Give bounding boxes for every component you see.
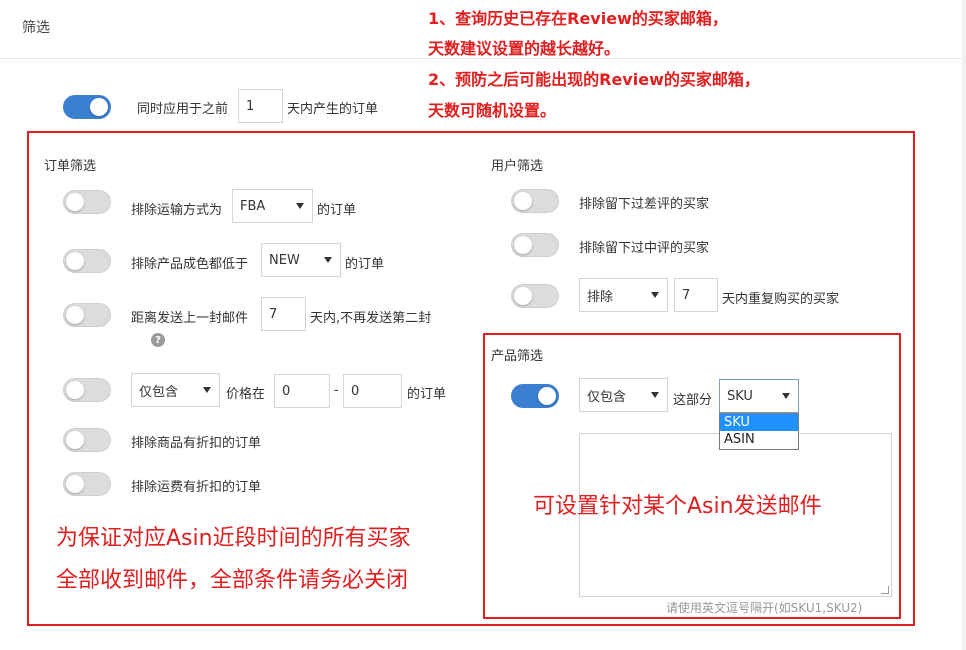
price-label: 价格在 bbox=[226, 387, 266, 402]
scrollbar-track[interactable] bbox=[962, 0, 966, 650]
price-mode-value: 仅包含 bbox=[139, 384, 179, 400]
product-field-dropdown[interactable]: SKU ASIN bbox=[719, 413, 799, 450]
toggle-knob bbox=[514, 287, 532, 305]
product-filter-title: 产品筛选 bbox=[491, 349, 544, 364]
ship-method-value: FBA bbox=[240, 198, 266, 214]
last-mail-days-input[interactable]: 7 bbox=[261, 297, 306, 331]
resize-handle-icon[interactable] bbox=[881, 586, 889, 594]
ship-method-label: 排除运输方式为 bbox=[131, 203, 223, 218]
page-title: 筛选 bbox=[22, 20, 50, 36]
dropdown-option-sku[interactable]: SKU bbox=[720, 414, 798, 431]
discount-shipping-label: 排除运费有折扣的订单 bbox=[131, 480, 262, 495]
price-min-input[interactable]: 0 bbox=[274, 374, 330, 408]
negative-review-toggle[interactable] bbox=[511, 189, 559, 213]
apply-previous-toggle[interactable] bbox=[63, 95, 111, 119]
discount-item-label: 排除商品有折扣的订单 bbox=[131, 436, 262, 451]
toggle-knob bbox=[66, 475, 84, 493]
condition-label: 排除产品成色都低于 bbox=[131, 257, 249, 272]
repeat-buyer-suffix: 天内重复购买的买家 bbox=[722, 292, 840, 307]
toggle-knob bbox=[514, 192, 532, 210]
price-mode-select[interactable]: 仅包含 bbox=[131, 373, 220, 407]
price-max-input[interactable]: 0 bbox=[343, 374, 402, 408]
product-field-value: SKU bbox=[727, 388, 753, 404]
repeat-buyer-toggle[interactable] bbox=[511, 284, 559, 308]
product-mode-select[interactable]: 仅包含 bbox=[579, 378, 668, 412]
neutral-review-label: 排除留下过中评的买家 bbox=[579, 241, 710, 256]
question-circle-icon[interactable]: ? bbox=[151, 333, 165, 347]
chevron-down-icon bbox=[782, 393, 790, 399]
negative-review-label: 排除留下过差评的买家 bbox=[579, 197, 710, 212]
discount-shipping-toggle[interactable] bbox=[63, 472, 111, 496]
repeat-buyer-days-input[interactable]: 7 bbox=[674, 278, 718, 312]
annotation-bottom-line2: 全部收到邮件，全部条件请务必关闭 bbox=[56, 568, 409, 593]
annotation-top-line3: 2、预防之后可能出现的Review的买家邮箱， bbox=[428, 70, 760, 89]
dropdown-option-asin[interactable]: ASIN bbox=[720, 431, 798, 448]
repeat-buyer-mode-value: 排除 bbox=[587, 289, 614, 305]
apply-previous-label: 同时应用于之前 bbox=[137, 102, 229, 117]
ship-method-toggle[interactable] bbox=[63, 190, 111, 214]
apply-previous-suffix: 天内产生的订单 bbox=[287, 102, 379, 117]
toggle-knob bbox=[538, 387, 556, 405]
toggle-knob bbox=[90, 98, 108, 116]
product-field-select[interactable]: SKU bbox=[719, 379, 799, 413]
price-toggle[interactable] bbox=[63, 378, 111, 402]
ship-method-select[interactable]: FBA bbox=[232, 189, 313, 223]
product-middle-label: 这部分 bbox=[673, 393, 713, 408]
price-suffix: 的订单 bbox=[407, 387, 447, 402]
annotation-bottom-line1: 为保证对应Asin近段时间的所有买家 bbox=[56, 526, 411, 551]
neutral-review-toggle[interactable] bbox=[511, 233, 559, 257]
last-mail-label: 距离发送上一封邮件 bbox=[131, 311, 249, 326]
toggle-knob bbox=[66, 193, 84, 211]
product-filter-toggle[interactable] bbox=[511, 384, 559, 408]
toggle-knob bbox=[66, 306, 84, 324]
last-mail-toggle[interactable] bbox=[63, 303, 111, 327]
ship-method-suffix: 的订单 bbox=[317, 203, 357, 218]
last-mail-suffix: 天内,不再发送第二封 bbox=[310, 311, 432, 326]
chevron-down-icon bbox=[324, 257, 332, 263]
annotation-asin-note: 可设置针对某个Asin发送邮件 bbox=[533, 494, 822, 519]
product-mode-value: 仅包含 bbox=[587, 389, 627, 405]
repeat-buyer-mode-select[interactable]: 排除 bbox=[579, 278, 668, 312]
condition-select[interactable]: NEW bbox=[261, 243, 341, 277]
condition-suffix: 的订单 bbox=[345, 257, 385, 272]
user-filter-title: 用户筛选 bbox=[491, 159, 544, 174]
sku-hint: 请使用英文逗号隔开(如SKU1,SKU2) bbox=[666, 601, 863, 615]
chevron-down-icon bbox=[296, 203, 304, 209]
annotation-top-line1: 1、查询历史已存在Review的买家邮箱， bbox=[428, 9, 728, 28]
annotation-top-line4: 天数可随机设置。 bbox=[428, 101, 557, 120]
toggle-knob bbox=[66, 381, 84, 399]
toggle-knob bbox=[66, 252, 84, 270]
condition-toggle[interactable] bbox=[63, 249, 111, 273]
order-filter-title: 订单筛选 bbox=[44, 159, 97, 174]
chevron-down-icon bbox=[651, 392, 659, 398]
chevron-down-icon bbox=[651, 292, 659, 298]
toggle-knob bbox=[514, 236, 532, 254]
condition-value: NEW bbox=[269, 252, 300, 268]
chevron-down-icon bbox=[203, 387, 211, 393]
annotation-top-line2: 天数建议设置的越长越好。 bbox=[428, 39, 621, 58]
discount-item-toggle[interactable] bbox=[63, 428, 111, 452]
price-dash: - bbox=[334, 383, 339, 398]
toggle-knob bbox=[66, 431, 84, 449]
apply-previous-days-input[interactable]: 1 bbox=[238, 89, 283, 123]
